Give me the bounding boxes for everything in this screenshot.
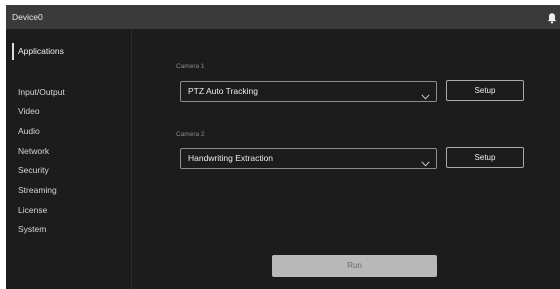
device-name: Device0	[12, 12, 43, 22]
sidebar-item-label: Security	[18, 165, 49, 175]
sidebar-item-label: Network	[18, 146, 50, 156]
sidebar-item-label: System	[18, 224, 47, 234]
chevron-down-icon	[421, 155, 430, 167]
sidebar-item-security[interactable]: Security	[12, 161, 130, 179]
sidebar-item-license[interactable]: License	[12, 201, 130, 219]
sidebar-item-label: Input/Output	[18, 87, 65, 97]
sidebar: Applications Input/Output Video Audio Ne…	[6, 29, 132, 289]
camera2-app-select[interactable]: Handwriting Extraction	[180, 148, 437, 169]
sidebar-item-applications[interactable]: Applications	[12, 42, 130, 60]
sidebar-item-system[interactable]: System	[12, 220, 130, 238]
camera1-app-select[interactable]: PTZ Auto Tracking	[180, 81, 437, 102]
camera1-setup-button[interactable]: Setup	[446, 80, 524, 101]
camera1-selected-value: PTZ Auto Tracking	[188, 86, 258, 96]
sidebar-item-streaming[interactable]: Streaming	[12, 181, 130, 199]
title-bar: Device0	[6, 5, 560, 29]
chevron-down-icon	[421, 88, 430, 100]
camera2-selected-value: Handwriting Extraction	[188, 153, 274, 163]
sidebar-item-video[interactable]: Video	[12, 102, 130, 120]
camera1-label: Camera 1	[176, 63, 205, 70]
sidebar-item-network[interactable]: Network	[12, 142, 130, 160]
sidebar-item-label: Video	[18, 106, 40, 116]
camera2-setup-button[interactable]: Setup	[446, 147, 524, 168]
sidebar-item-input-output[interactable]: Input/Output	[12, 83, 130, 101]
run-button[interactable]: Run	[272, 255, 437, 277]
camera2-label: Camera 2	[176, 131, 205, 138]
sidebar-item-label: Audio	[18, 126, 40, 136]
bell-icon[interactable]	[546, 11, 558, 24]
sidebar-item-label: License	[18, 205, 48, 215]
app-window: Device0 Applications Input/Output Video …	[6, 5, 560, 289]
sidebar-item-audio[interactable]: Audio	[12, 122, 130, 140]
applications-panel: Camera 1 PTZ Auto Tracking Setup Camera …	[133, 29, 560, 289]
sidebar-item-label: Streaming	[18, 185, 57, 195]
sidebar-item-label: Applications	[18, 46, 64, 56]
